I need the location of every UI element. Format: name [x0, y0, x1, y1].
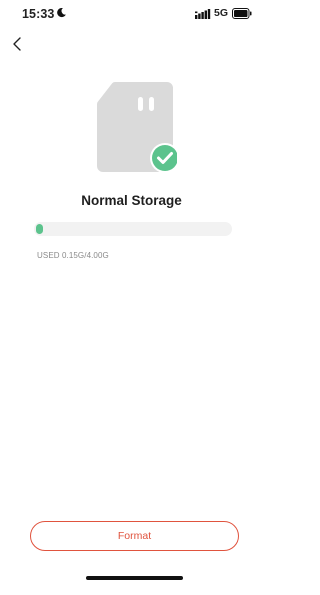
battery-icon [232, 8, 252, 19]
back-button[interactable] [7, 34, 27, 54]
storage-screen: 15:33 5G Normal Storage USED 0.15G/4.00G… [0, 0, 263, 595]
signal-icon [195, 9, 211, 19]
storage-usage-bar [34, 222, 232, 236]
storage-usage-fill [36, 224, 43, 234]
sd-card-icon [97, 82, 177, 172]
moon-icon [57, 7, 66, 18]
status-bar: 15:33 5G [0, 0, 263, 28]
format-button[interactable]: Format [30, 521, 239, 551]
network-type: 5G [214, 7, 229, 19]
storage-used-label: USED 0.15G/4.00G [37, 251, 109, 260]
chevron-left-icon [13, 37, 21, 51]
status-time: 15:33 [22, 7, 55, 21]
storage-status-title: Normal Storage [81, 193, 182, 208]
home-indicator [86, 576, 183, 580]
